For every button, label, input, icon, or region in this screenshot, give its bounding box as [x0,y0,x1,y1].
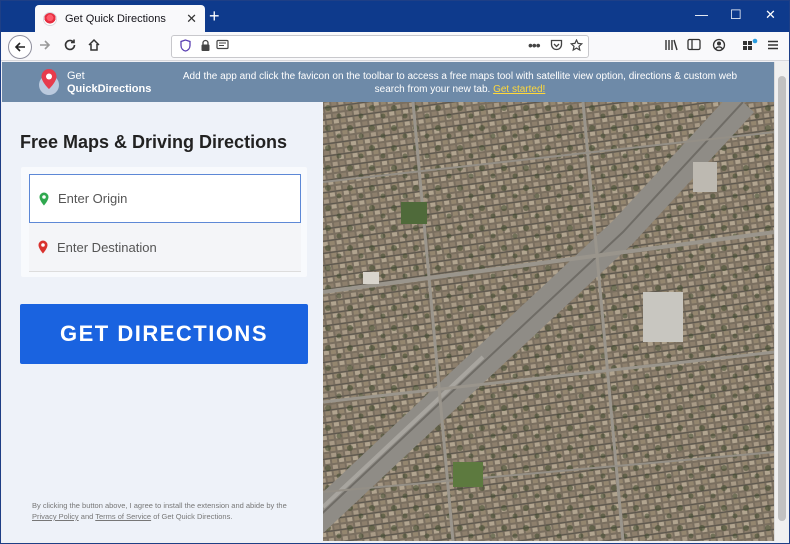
satellite-map[interactable] [323,102,775,541]
permissions-icon[interactable] [216,39,229,54]
get-directions-button[interactable]: GET DIRECTIONS [20,304,308,364]
back-arrow-icon[interactable] [8,35,32,59]
terms-of-service-link[interactable]: Terms of Service [95,512,151,521]
library-icon[interactable] [664,38,679,55]
account-icon[interactable] [712,38,726,55]
favicon-icon [43,11,57,26]
tab-strip: Get Quick Directions ✕ + — ☐ ✕ [1,1,789,32]
disclaimer-and: and [80,512,94,521]
menu-icon[interactable] [767,38,779,54]
bookmark-star-icon[interactable] [569,38,584,55]
brand-pin-icon [39,69,59,95]
address-bar[interactable]: ••• [171,35,589,58]
privacy-policy-link[interactable]: Privacy Policy [32,512,79,521]
lock-icon[interactable] [200,39,211,55]
forward-arrow-icon[interactable] [38,38,52,55]
disclaimer-post: of Get Quick Directions. [153,512,233,521]
close-window-button[interactable]: ✕ [765,7,776,23]
disclaimer: By clicking the button above, I agree to… [32,500,302,522]
brand-name-line2: QuickDirections [67,83,152,95]
banner-text: Add the app and click the favicon on the… [182,71,738,95]
tracking-shield-icon[interactable] [180,39,191,55]
reload-icon[interactable] [63,38,77,55]
navigation-toolbar: ••• [1,32,789,61]
tab-title: Get Quick Directions [65,12,166,25]
satellite-map-image [323,102,775,541]
tab-close-icon[interactable]: ✕ [186,11,197,27]
origin-pin-icon [39,192,49,206]
home-icon[interactable] [87,38,101,55]
destination-pin-icon [38,240,48,254]
extension-icon[interactable] [742,38,758,55]
scrollbar-thumb[interactable] [778,76,786,521]
brand-name-line1: Get [67,70,85,82]
page-title: Free Maps & Driving Directions [20,132,288,152]
destination-input[interactable]: Enter Destination [29,223,301,272]
destination-placeholder: Enter Destination [57,239,157,255]
browser-window: Get Quick Directions ✕ + — ☐ ✕ ••• Get Q… [0,0,790,544]
disclaimer-pre: By clicking the button above, I agree to… [32,501,287,510]
sidebar-icon[interactable] [687,38,701,54]
pocket-icon[interactable] [550,39,563,54]
new-tab-button[interactable]: + [209,7,220,25]
directions-form: Enter Origin Enter Destination [21,167,307,277]
banner-message: Add the app and click the favicon on the… [170,70,750,96]
page-actions-icon[interactable]: ••• [528,37,541,53]
tab-get-quick-directions[interactable]: Get Quick Directions ✕ [35,5,205,32]
get-started-link[interactable]: Get started! [493,84,545,95]
minimize-button[interactable]: — [695,7,708,22]
origin-input[interactable]: Enter Origin [29,174,301,223]
maximize-button[interactable]: ☐ [730,7,742,23]
directions-panel: Free Maps & Driving Directions Enter Ori… [2,102,323,541]
install-banner: Get QuickDirections Add the app and clic… [2,62,774,102]
origin-placeholder: Enter Origin [58,191,128,206]
page-scrollbar[interactable] [774,62,789,541]
